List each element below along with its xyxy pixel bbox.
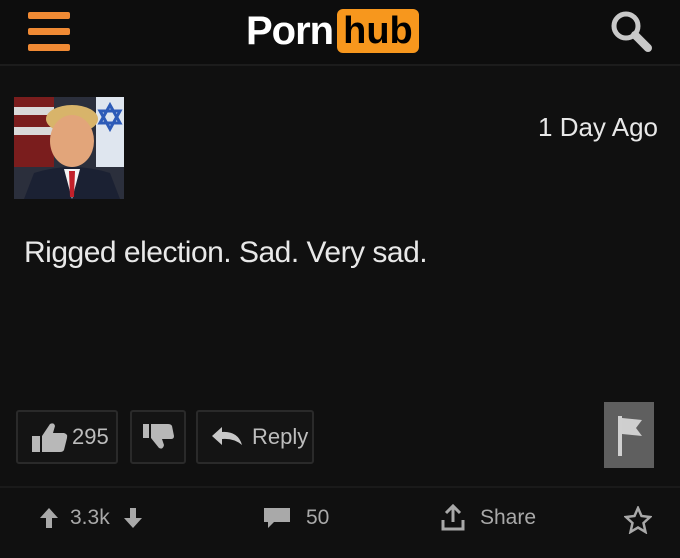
comment-text: Rigged election. Sad. Very sad. [24,236,428,269]
logo-text-right: hub [337,9,419,53]
thumbs-down-icon [143,424,174,449]
vote-control: 3.3k [38,502,144,534]
reply-arrow-icon [212,427,242,445]
hamburger-menu-icon[interactable] [22,8,78,54]
logo-text-left: Porn [246,8,334,53]
user-avatar[interactable] [14,97,124,199]
comments-link[interactable]: 50 [262,502,329,534]
header-divider [0,64,680,66]
site-logo[interactable]: Porn hub [246,6,419,56]
downvote-arrow-icon[interactable] [122,506,144,530]
reply-label: Reply [252,424,309,449]
report-flag-icon[interactable] [604,402,654,468]
share-upload-icon [441,504,465,531]
reply-button[interactable]: Reply [196,410,314,464]
comment-bubble-icon [264,508,290,528]
share-label: Share [480,506,537,529]
top-nav-bar: Porn hub [0,0,680,64]
comment-timestamp: 1 Day Ago [538,112,658,142]
footer-divider [0,486,680,488]
like-count: 295 [72,424,109,449]
vote-count: 3.3k [70,506,110,529]
comment-count: 50 [306,506,330,529]
share-button[interactable]: Share [440,502,536,534]
dislike-button[interactable] [130,410,186,464]
upvote-arrow-icon[interactable] [38,506,60,530]
thumbs-up-icon [32,423,68,452]
search-icon[interactable] [608,8,654,54]
favorite-star-icon[interactable] [624,506,652,534]
like-button[interactable]: 295 [16,410,118,464]
